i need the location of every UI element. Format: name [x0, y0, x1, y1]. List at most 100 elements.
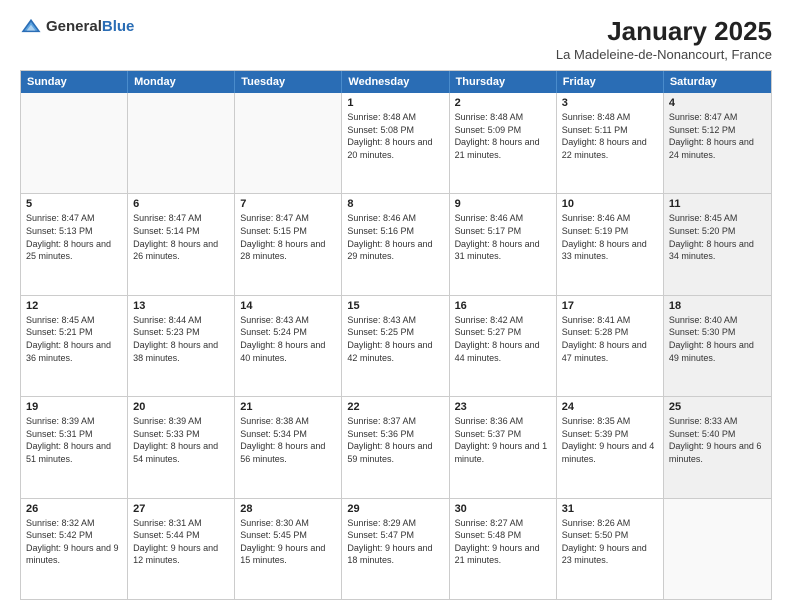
- cell-content: Sunrise: 8:44 AM Sunset: 5:23 PM Dayligh…: [133, 314, 229, 364]
- cell-content: Sunrise: 8:47 AM Sunset: 5:15 PM Dayligh…: [240, 212, 336, 262]
- calendar-cell: 5 Sunrise: 8:47 AM Sunset: 5:13 PM Daylig…: [21, 194, 128, 294]
- calendar-cell: 25 Sunrise: 8:33 AM Sunset: 5:40 PM Dayli…: [664, 397, 771, 497]
- day-number: 9: [455, 198, 551, 210]
- cell-content: Sunrise: 8:47 AM Sunset: 5:14 PM Dayligh…: [133, 212, 229, 262]
- day-number: 15: [347, 300, 443, 312]
- calendar-cell: 30 Sunrise: 8:27 AM Sunset: 5:48 PM Dayli…: [450, 499, 557, 599]
- calendar-cell: 8 Sunrise: 8:46 AM Sunset: 5:16 PM Daylig…: [342, 194, 449, 294]
- cell-content: Sunrise: 8:30 AM Sunset: 5:45 PM Dayligh…: [240, 517, 336, 567]
- calendar-cell: 27 Sunrise: 8:31 AM Sunset: 5:44 PM Dayli…: [128, 499, 235, 599]
- cell-content: Sunrise: 8:33 AM Sunset: 5:40 PM Dayligh…: [669, 415, 766, 465]
- calendar-cell: 22Sunrise: 8:37 AM Sunset: 5:36 PM Dayli…: [342, 397, 449, 497]
- cell-content: Sunrise: 8:39 AM Sunset: 5:31 PM Dayligh…: [26, 415, 122, 465]
- cell-content: Sunrise: 8:32 AM Sunset: 5:42 PM Dayligh…: [26, 517, 122, 567]
- day-header-tuesday: Tuesday: [235, 71, 342, 93]
- calendar-cell: 29 Sunrise: 8:29 AM Sunset: 5:47 PM Dayli…: [342, 499, 449, 599]
- cell-content: Sunrise: 8:42 AM Sunset: 5:27 PM Dayligh…: [455, 314, 551, 364]
- calendar-cell: 11Sunrise: 8:45 AM Sunset: 5:20 PM Dayli…: [664, 194, 771, 294]
- location: La Madeleine-de-Nonancourt, France: [556, 47, 772, 62]
- cell-content: Sunrise: 8:45 AM Sunset: 5:20 PM Dayligh…: [669, 212, 766, 262]
- calendar-cell: 16 Sunrise: 8:42 AM Sunset: 5:27 PM Dayli…: [450, 296, 557, 396]
- calendar-cell: 17 Sunrise: 8:41 AM Sunset: 5:28 PM Dayli…: [557, 296, 664, 396]
- calendar-cell: 28 Sunrise: 8:30 AM Sunset: 5:45 PM Dayli…: [235, 499, 342, 599]
- calendar-cell: 9 Sunrise: 8:46 AM Sunset: 5:17 PM Daylig…: [450, 194, 557, 294]
- day-number: 1: [347, 97, 443, 109]
- cell-content: Sunrise: 8:48 AM Sunset: 5:09 PM Dayligh…: [455, 111, 551, 161]
- day-number: 28: [240, 503, 336, 515]
- calendar-cell: [128, 93, 235, 193]
- calendar-cell: 1Sunrise: 8:48 AM Sunset: 5:08 PM Daylig…: [342, 93, 449, 193]
- cell-content: Sunrise: 8:26 AM Sunset: 5:50 PM Dayligh…: [562, 517, 658, 567]
- logo-general: General: [46, 19, 102, 36]
- day-number: 3: [562, 97, 658, 109]
- cell-content: Sunrise: 8:36 AM Sunset: 5:37 PM Dayligh…: [455, 415, 551, 465]
- cell-content: Sunrise: 8:46 AM Sunset: 5:16 PM Dayligh…: [347, 212, 443, 262]
- calendar-cell: 24Sunrise: 8:35 AM Sunset: 5:39 PM Dayli…: [557, 397, 664, 497]
- cell-content: Sunrise: 8:40 AM Sunset: 5:30 PM Dayligh…: [669, 314, 766, 364]
- calendar-cell: 4 Sunrise: 8:47 AM Sunset: 5:12 PM Daylig…: [664, 93, 771, 193]
- calendar-cell: [664, 499, 771, 599]
- calendar-cell: 19Sunrise: 8:39 AM Sunset: 5:31 PM Dayli…: [21, 397, 128, 497]
- cell-content: Sunrise: 8:35 AM Sunset: 5:39 PM Dayligh…: [562, 415, 658, 465]
- month-title: January 2025: [556, 16, 772, 47]
- day-number: 8: [347, 198, 443, 210]
- cell-content: Sunrise: 8:31 AM Sunset: 5:44 PM Dayligh…: [133, 517, 229, 567]
- calendar-cell: 6 Sunrise: 8:47 AM Sunset: 5:14 PM Daylig…: [128, 194, 235, 294]
- calendar-cell: [235, 93, 342, 193]
- calendar-cell: 31 Sunrise: 8:26 AM Sunset: 5:50 PM Dayli…: [557, 499, 664, 599]
- calendar: SundayMondayTuesdayWednesdayThursdayFrid…: [20, 70, 772, 600]
- calendar-body: 1Sunrise: 8:48 AM Sunset: 5:08 PM Daylig…: [21, 93, 771, 599]
- cell-content: Sunrise: 8:37 AM Sunset: 5:36 PM Dayligh…: [347, 415, 443, 465]
- calendar-week-4: 19Sunrise: 8:39 AM Sunset: 5:31 PM Dayli…: [21, 396, 771, 497]
- logo-icon: [20, 16, 42, 38]
- day-header-saturday: Saturday: [664, 71, 771, 93]
- day-number: 2: [455, 97, 551, 109]
- day-header-wednesday: Wednesday: [342, 71, 449, 93]
- day-header-monday: Monday: [128, 71, 235, 93]
- logo-blue: Blue: [102, 19, 135, 36]
- day-number: 21: [240, 401, 336, 413]
- day-number: 16: [455, 300, 551, 312]
- day-number: 31: [562, 503, 658, 515]
- day-header-thursday: Thursday: [450, 71, 557, 93]
- day-number: 26: [26, 503, 122, 515]
- calendar-cell: 21Sunrise: 8:38 AM Sunset: 5:34 PM Dayli…: [235, 397, 342, 497]
- cell-content: Sunrise: 8:43 AM Sunset: 5:24 PM Dayligh…: [240, 314, 336, 364]
- cell-content: Sunrise: 8:41 AM Sunset: 5:28 PM Dayligh…: [562, 314, 658, 364]
- page: GeneralBlue January 2025 La Madeleine-de…: [0, 0, 792, 612]
- day-number: 13: [133, 300, 229, 312]
- day-number: 5: [26, 198, 122, 210]
- day-number: 20: [133, 401, 229, 413]
- calendar-cell: 2 Sunrise: 8:48 AM Sunset: 5:09 PM Daylig…: [450, 93, 557, 193]
- calendar-cell: 12Sunrise: 8:45 AM Sunset: 5:21 PM Dayli…: [21, 296, 128, 396]
- day-number: 17: [562, 300, 658, 312]
- calendar-cell: 26 Sunrise: 8:32 AM Sunset: 5:42 PM Dayli…: [21, 499, 128, 599]
- cell-content: Sunrise: 8:47 AM Sunset: 5:12 PM Dayligh…: [669, 111, 766, 161]
- cell-content: Sunrise: 8:27 AM Sunset: 5:48 PM Dayligh…: [455, 517, 551, 567]
- cell-content: Sunrise: 8:29 AM Sunset: 5:47 PM Dayligh…: [347, 517, 443, 567]
- day-number: 6: [133, 198, 229, 210]
- cell-content: Sunrise: 8:48 AM Sunset: 5:11 PM Dayligh…: [562, 111, 658, 161]
- cell-content: Sunrise: 8:43 AM Sunset: 5:25 PM Dayligh…: [347, 314, 443, 364]
- day-number: 25: [669, 401, 766, 413]
- day-number: 12: [26, 300, 122, 312]
- day-number: 30: [455, 503, 551, 515]
- calendar-cell: 10Sunrise: 8:46 AM Sunset: 5:19 PM Dayli…: [557, 194, 664, 294]
- calendar-header: SundayMondayTuesdayWednesdayThursdayFrid…: [21, 71, 771, 93]
- calendar-cell: 14Sunrise: 8:43 AM Sunset: 5:24 PM Dayli…: [235, 296, 342, 396]
- cell-content: Sunrise: 8:47 AM Sunset: 5:13 PM Dayligh…: [26, 212, 122, 262]
- calendar-cell: 13 Sunrise: 8:44 AM Sunset: 5:23 PM Dayli…: [128, 296, 235, 396]
- cell-content: Sunrise: 8:39 AM Sunset: 5:33 PM Dayligh…: [133, 415, 229, 465]
- day-number: 10: [562, 198, 658, 210]
- day-header-friday: Friday: [557, 71, 664, 93]
- calendar-week-1: 1Sunrise: 8:48 AM Sunset: 5:08 PM Daylig…: [21, 93, 771, 193]
- calendar-cell: 15 Sunrise: 8:43 AM Sunset: 5:25 PM Dayli…: [342, 296, 449, 396]
- day-number: 29: [347, 503, 443, 515]
- day-number: 4: [669, 97, 766, 109]
- day-number: 27: [133, 503, 229, 515]
- day-number: 18: [669, 300, 766, 312]
- logo-text: GeneralBlue: [46, 19, 134, 36]
- header: GeneralBlue January 2025 La Madeleine-de…: [20, 16, 772, 62]
- cell-content: Sunrise: 8:46 AM Sunset: 5:17 PM Dayligh…: [455, 212, 551, 262]
- calendar-cell: 20 Sunrise: 8:39 AM Sunset: 5:33 PM Dayli…: [128, 397, 235, 497]
